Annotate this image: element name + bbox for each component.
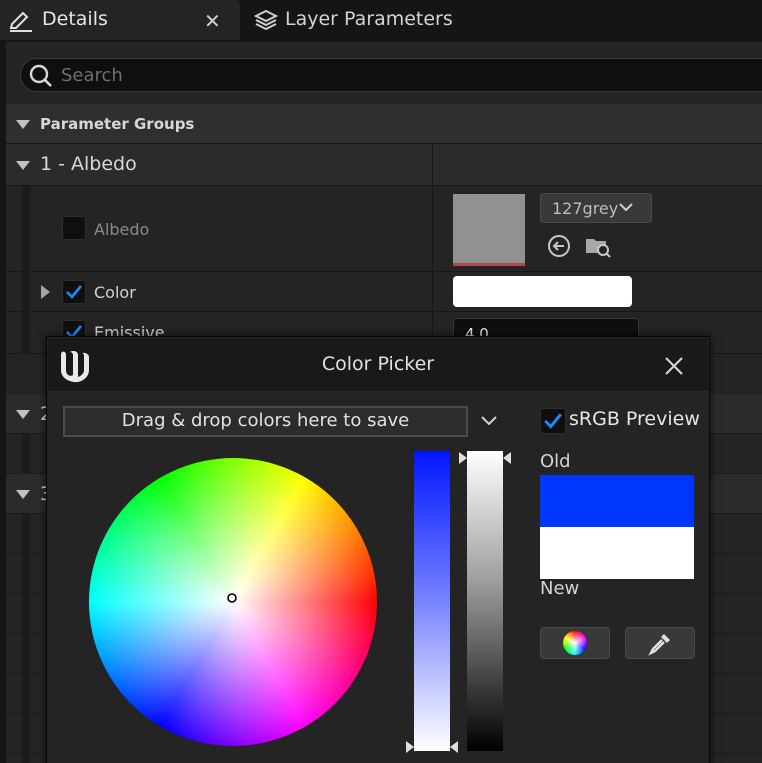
close-icon[interactable] (664, 356, 684, 376)
albedo-group-label: 1 - Albedo (40, 153, 137, 175)
pencil-icon (9, 11, 32, 32)
value-slider[interactable] (467, 451, 503, 751)
color-picker-dialog: Color Picker Drag & drop colors here to … (46, 336, 710, 763)
color-checkbox[interactable] (62, 280, 86, 304)
color-picker-title: Color Picker (321, 353, 435, 375)
saturation-slider-handle[interactable] (406, 740, 458, 754)
tab-details[interactable]: Details ✕ (0, 0, 240, 40)
color-wheel-icon (563, 631, 587, 655)
srgb-preview-label: sRGB Preview (569, 408, 700, 430)
color-wheel-mode-button[interactable] (540, 627, 610, 659)
color-value-swatch[interactable] (453, 276, 632, 307)
old-color-swatch[interactable] (540, 475, 694, 527)
indent-guide (22, 594, 30, 634)
layers-icon (254, 9, 278, 31)
texture-dropdown[interactable]: 127grey (540, 193, 652, 223)
search-icon (29, 64, 52, 87)
indent-guide (22, 186, 30, 272)
texture-thumbnail[interactable] (453, 194, 525, 266)
column-divider (432, 186, 433, 271)
indent-guide (22, 272, 30, 312)
expand-arrow-icon[interactable] (41, 285, 50, 299)
column-divider (432, 144, 433, 185)
indent-guide (22, 434, 30, 474)
indent-guide (22, 312, 30, 354)
value-slider-handle[interactable] (459, 451, 511, 465)
parameter-groups-label: Parameter Groups (40, 115, 195, 133)
albedo-checkbox[interactable] (62, 216, 86, 240)
indent-guide (22, 714, 30, 763)
eyedropper-icon (648, 634, 670, 656)
column-divider (432, 272, 433, 311)
search-input[interactable] (61, 63, 661, 87)
chevron-down-icon[interactable] (481, 415, 497, 427)
indent-guide (22, 514, 30, 554)
tab-details-label: Details (42, 8, 108, 30)
saved-colors-dropzone[interactable]: Drag & drop colors here to save (63, 406, 468, 437)
albedo-group-header[interactable]: 1 - Albedo (6, 144, 762, 186)
saturation-slider[interactable] (414, 451, 450, 751)
old-color-label: Old (540, 451, 571, 472)
eyedropper-button[interactable] (625, 627, 695, 659)
chevron-down-icon (619, 203, 633, 212)
albedo-label: Albedo (94, 220, 150, 239)
color-picker-titlebar[interactable]: Color Picker (48, 338, 708, 392)
tab-bar: Details ✕ Layer Parameters (0, 0, 762, 42)
browse-folder-icon[interactable] (584, 233, 612, 259)
srgb-preview-checkbox[interactable] (540, 408, 566, 434)
new-color-swatch[interactable] (540, 527, 694, 579)
tab-layer-parameters-label: Layer Parameters (285, 8, 453, 30)
parameter-groups-header[interactable]: Parameter Groups (6, 104, 762, 144)
indent-guide (22, 634, 30, 674)
use-selected-icon[interactable] (546, 233, 572, 259)
collapse-arrow-icon[interactable] (16, 490, 30, 499)
collapse-arrow-icon[interactable] (16, 120, 30, 129)
checkmark-icon (66, 285, 83, 299)
color-wheel[interactable] (87, 456, 379, 748)
param-row-color: Color (6, 272, 762, 312)
indent-guide (22, 554, 30, 594)
new-color-label: New (540, 578, 580, 599)
close-icon[interactable]: ✕ (204, 9, 221, 33)
indent-guide (22, 674, 30, 714)
color-label: Color (94, 283, 136, 302)
checkmark-icon (544, 413, 562, 429)
collapse-arrow-icon[interactable] (16, 161, 30, 170)
texture-dropdown-label: 127grey (552, 199, 619, 218)
tab-layer-parameters[interactable]: Layer Parameters (248, 0, 548, 40)
collapse-arrow-icon[interactable] (16, 410, 30, 419)
search-box[interactable] (20, 58, 762, 92)
